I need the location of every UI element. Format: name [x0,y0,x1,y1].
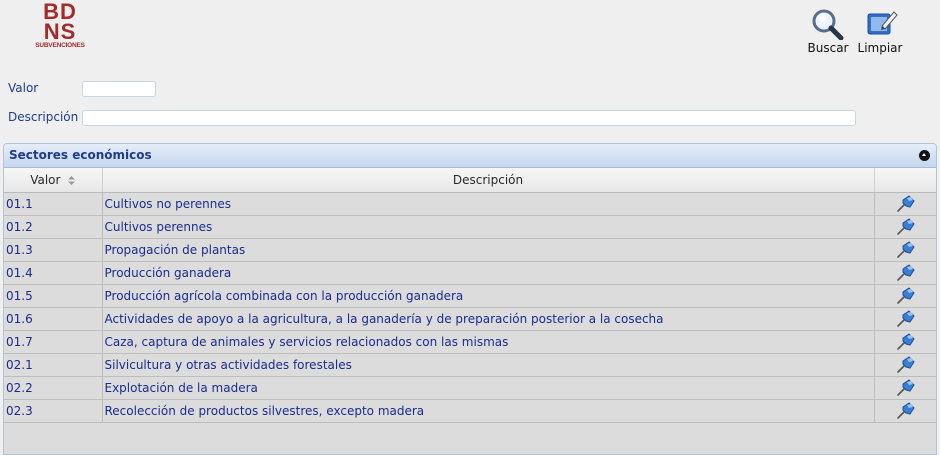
table-row[interactable]: 01.5 Producción agrícola combinada con la… [4,284,936,308]
pushpin-icon [897,356,915,373]
pushpin-icon [897,402,915,419]
column-header-valor[interactable]: Valor [4,168,103,193]
select-row-button[interactable] [874,376,936,400]
cell-descripcion[interactable]: Silvicultura y otras actividades foresta… [102,353,875,377]
column-valor-label: Valor [30,173,61,187]
cell-descripcion[interactable]: Producción ganadera [102,261,875,285]
pushpin-icon [897,264,915,281]
cell-valor[interactable]: 01.2 [4,215,103,239]
column-descripcion-label: Descripción [452,173,524,187]
cell-valor[interactable]: 01.6 [4,307,103,331]
buscar-button[interactable]: Buscar [806,8,850,55]
table-row[interactable]: 01.7 Caza, captura de animales y servicio… [4,330,936,354]
bdns-logo: BD NS SUBVENCIONES [28,1,92,60]
select-row-button[interactable] [874,399,936,423]
descripcion-label: Descripción [8,110,79,124]
cell-descripcion[interactable]: Recolección de productos silvestres, exc… [102,399,875,423]
select-row-button[interactable] [874,284,936,308]
limpiar-label: Limpiar [857,41,903,55]
sort-arrows-icon [68,176,76,185]
sectores-table: Valor Descripción 01.1 Cultivos no perenn… [4,168,936,423]
table-row[interactable]: 02.3 Recolección de productos silvestres,… [4,399,936,423]
magnifier-icon [812,9,844,40]
cell-descripcion[interactable]: Caza, captura de animales y servicios re… [102,330,875,354]
select-row-button[interactable] [874,192,936,216]
pushpin-icon [897,287,915,304]
cell-descripcion[interactable]: Propagación de plantas [102,238,875,262]
cell-valor[interactable]: 01.1 [4,192,103,216]
select-row-button[interactable] [874,330,936,354]
panel-header: Sectores económicos [4,144,936,168]
valor-input[interactable] [82,81,156,97]
table-row[interactable]: 01.1 Cultivos no perennes [4,192,936,216]
pushpin-icon [897,218,915,235]
pushpin-icon [897,379,915,396]
select-row-button[interactable] [874,238,936,262]
table-row[interactable]: 01.2 Cultivos perennes [4,215,936,239]
table-row[interactable]: 02.2 Explotación de la madera [4,376,936,400]
limpiar-button[interactable]: Limpiar [856,8,904,55]
column-header-descripcion[interactable]: Descripción [102,168,875,193]
select-row-button[interactable] [874,261,936,285]
cell-descripcion[interactable]: Explotación de la madera [102,376,875,400]
valor-label: Valor [8,81,39,95]
table-body: 01.1 Cultivos no perennes 01.2 Cultivos per… [4,192,936,423]
select-row-button[interactable] [874,307,936,331]
sectores-panel: Sectores económicos Valor Descripción 01… [3,143,937,455]
pushpin-icon [897,333,915,350]
panel-title: Sectores económicos [9,148,152,162]
logo-line-2: NS [43,19,77,44]
table-row[interactable]: 01.3 Propagación de plantas [4,238,936,262]
descripcion-input[interactable] [82,110,856,126]
cell-valor[interactable]: 02.1 [4,353,103,377]
buscar-label: Buscar [807,41,849,55]
eraser-icon [867,11,898,35]
table-row[interactable]: 01.6 Actividades de apoyo a la agricultur… [4,307,936,331]
cell-valor[interactable]: 01.7 [4,330,103,354]
select-row-button[interactable] [874,215,936,239]
pushpin-icon [897,310,915,327]
table-row[interactable]: 01.4 Producción ganadera [4,261,936,285]
column-header-actions [874,168,936,193]
cell-descripcion[interactable]: Actividades de apoyo a la agricultura, a… [102,307,875,331]
cell-valor[interactable]: 01.5 [4,284,103,308]
table-row[interactable]: 02.1 Silvicultura y otras actividades for… [4,353,936,377]
cell-valor[interactable]: 02.2 [4,376,103,400]
cell-valor[interactable]: 01.3 [4,238,103,262]
collapse-up-icon[interactable] [919,150,930,161]
pushpin-icon [897,195,915,212]
select-row-button[interactable] [874,353,936,377]
cell-valor[interactable]: 01.4 [4,261,103,285]
cell-descripcion[interactable]: Cultivos perennes [102,215,875,239]
cell-descripcion[interactable]: Producción agrícola combinada con la pro… [102,284,875,308]
pushpin-icon [897,241,915,258]
cell-descripcion[interactable]: Cultivos no perennes [102,192,875,216]
cell-valor[interactable]: 02.3 [4,399,103,423]
logo-subtitle: SUBVENCIONES [35,42,85,49]
